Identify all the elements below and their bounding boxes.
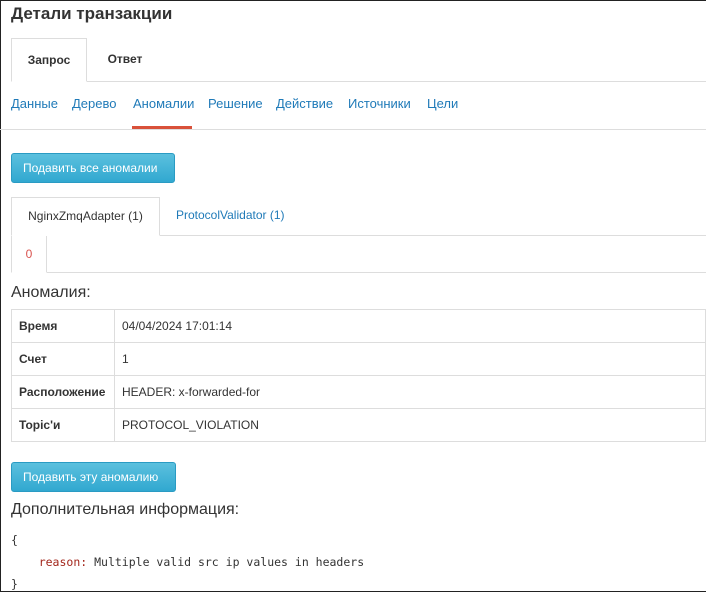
code-key: reason: [38, 555, 88, 569]
tab-request[interactable]: Запрос [11, 38, 87, 82]
row-key: Время [11, 309, 115, 343]
code-line: reason: Multiple valid src ip values in … [11, 551, 364, 573]
sub-nav: Данные Дерево Аномалии Решение Действие … [0, 82, 706, 130]
tab-response[interactable]: Ответ [87, 38, 163, 81]
tab-protocol-validator[interactable]: ProtocolValidator (1) [176, 197, 285, 235]
suppress-this-anomaly-button[interactable]: Подавить эту аномалию [11, 462, 176, 492]
row-key: Счет [11, 342, 115, 376]
row-key: Расположение [11, 375, 115, 409]
detector-tabs: NginxZmqAdapter (1) ProtocolValidator (1… [11, 197, 706, 236]
table-row: Время 04/04/2024 17:01:14 [11, 309, 706, 343]
row-key: Topic'и [11, 408, 115, 442]
row-value: 1 [114, 342, 706, 376]
row-value: PROTOCOL_VIOLATION [114, 408, 706, 442]
row-value: 04/04/2024 17:01:14 [114, 309, 706, 343]
nav-data[interactable]: Данные [11, 96, 58, 111]
tab-anomaly-index-0[interactable]: 0 [11, 236, 47, 273]
anomaly-index-tabs: 0 [11, 236, 706, 273]
anomaly-table: Время 04/04/2024 17:01:14 Счет 1 Располо… [11, 309, 706, 442]
code-open-brace: { [11, 533, 18, 547]
additional-info-heading: Дополнительная информация: [11, 501, 240, 518]
code-value: Multiple valid src ip values in headers [94, 555, 365, 569]
table-row: Расположение HEADER: x-forwarded-for [11, 375, 706, 409]
suppress-all-anomalies-button[interactable]: Подавить все аномалии [11, 153, 175, 183]
table-row: Topic'и PROTOCOL_VIOLATION [11, 408, 706, 442]
nav-action[interactable]: Действие [276, 96, 333, 111]
active-nav-underline [132, 126, 192, 129]
nav-decision[interactable]: Решение [208, 96, 263, 111]
anomaly-heading: Аномалия: [11, 284, 91, 301]
nav-tree[interactable]: Дерево [72, 96, 116, 111]
additional-info-code: { reason: Multiple valid src ip values i… [11, 529, 364, 595]
nav-targets[interactable]: Цели [427, 96, 458, 111]
nav-anomalies[interactable]: Аномалии [133, 96, 194, 111]
nav-sources[interactable]: Источники [348, 96, 411, 111]
row-value: HEADER: x-forwarded-for [114, 375, 706, 409]
main-tabs: Запрос Ответ [11, 38, 706, 82]
page-title: Детали транзакции [11, 4, 173, 23]
table-row: Счет 1 [11, 342, 706, 376]
tab-nginx-zmq-adapter[interactable]: NginxZmqAdapter (1) [11, 197, 160, 236]
